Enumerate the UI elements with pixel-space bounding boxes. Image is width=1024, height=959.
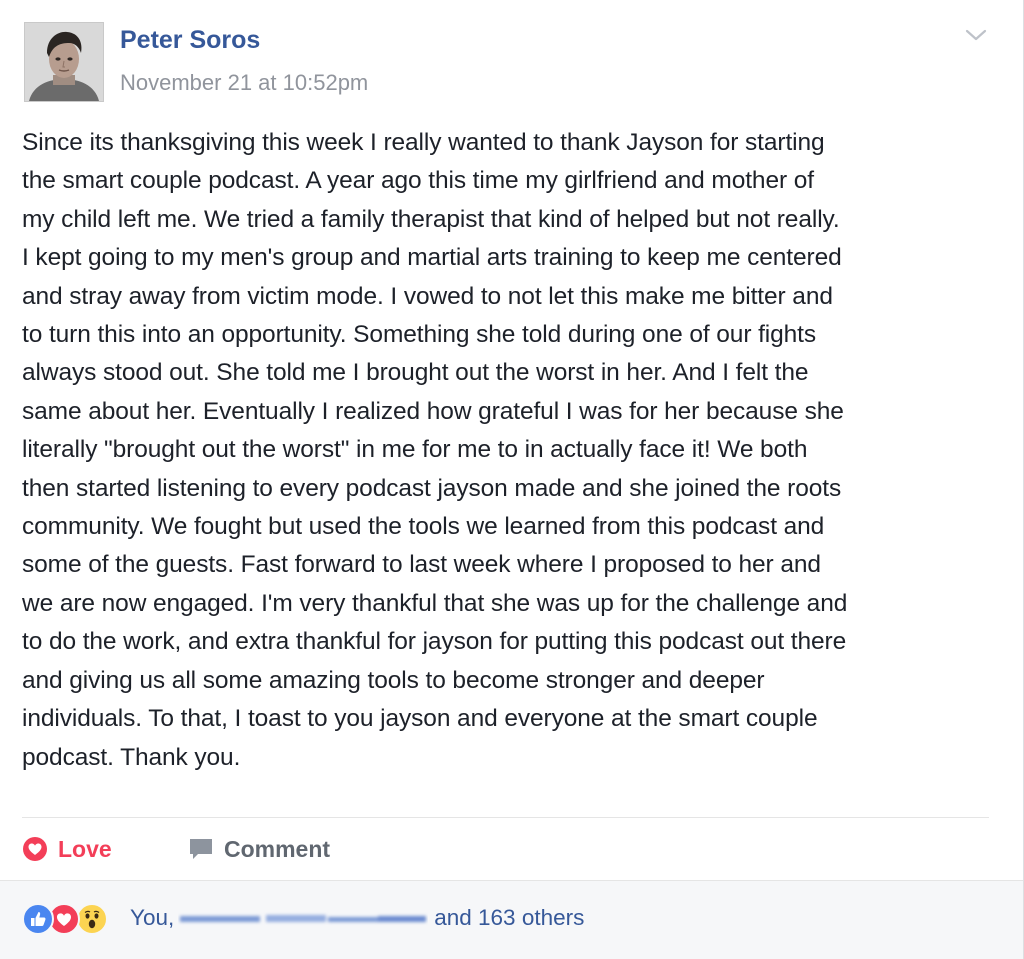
comment-button-label: Comment xyxy=(224,835,331,862)
actions-divider xyxy=(22,817,989,818)
author-name-link[interactable]: Peter Soros xyxy=(120,26,260,55)
reaction-others-label: and 163 others xyxy=(434,905,585,930)
post-actions: Love Comment xyxy=(22,826,1001,872)
post-body-line: individuals. To that, I toast to you jay… xyxy=(22,705,818,733)
post-body-line: always stood out. She told me I brought … xyxy=(22,359,809,387)
post-body-line: the smart couple podcast. A year ago thi… xyxy=(22,167,814,195)
post-body-line: to do the work, and extra thankful for j… xyxy=(22,628,847,656)
post-body-line: Since its thanksgiving this week I reall… xyxy=(22,129,825,156)
post-body-line: and giving us all some amazing tools to … xyxy=(22,666,765,694)
heart-icon xyxy=(22,836,48,862)
post-timestamp[interactable]: November 21 at 10:52pm xyxy=(120,70,368,96)
reaction-icons[interactable] xyxy=(22,903,124,935)
post-body-line: some of the guests. Fast forward to last… xyxy=(22,551,821,579)
love-button-label: Love xyxy=(58,835,112,862)
post-body-line: literally "brought out the worst" in me … xyxy=(22,436,808,464)
post-header: Peter Soros November 21 at 10:52pm xyxy=(24,22,1003,102)
post-body-line: and stray away from victim mode. I vowed… xyxy=(22,282,833,310)
post-body-line: I kept going to my men's group and marti… xyxy=(22,244,842,272)
post-body-line: community. We fought but used the tools … xyxy=(22,513,825,541)
avatar-photo xyxy=(25,23,103,101)
post-body-line: same about her. Eventually I realized ho… xyxy=(22,397,844,425)
post-body-line: podcast. Thank you. xyxy=(22,743,241,771)
love-button[interactable]: Love xyxy=(22,826,112,872)
post-body-line: to turn this into an opportunity. Someth… xyxy=(22,321,817,349)
post-body-line: my child left me. We tried a family ther… xyxy=(22,205,840,233)
chevron-down-icon[interactable] xyxy=(965,28,987,42)
post-body-line: then started listening to every podcast … xyxy=(22,474,842,502)
reaction-you-label: You, xyxy=(130,905,175,930)
author-avatar[interactable] xyxy=(24,22,104,102)
feed-post: Peter Soros November 21 at 10:52pm Since… xyxy=(0,0,1024,959)
comment-button[interactable]: Comment xyxy=(188,826,330,872)
post-body-line: we are now engaged. I'm very thankful th… xyxy=(22,589,848,617)
reaction-summary-link[interactable]: You, and 163 others xyxy=(130,905,584,931)
post-body: Since its thanksgiving this week I reall… xyxy=(22,124,1002,777)
comment-bubble-icon xyxy=(188,836,214,862)
redacted-names xyxy=(178,911,428,927)
reactions-bar: You, and 163 others xyxy=(0,880,1023,959)
wow-icon xyxy=(76,903,108,935)
like-icon xyxy=(22,903,54,935)
